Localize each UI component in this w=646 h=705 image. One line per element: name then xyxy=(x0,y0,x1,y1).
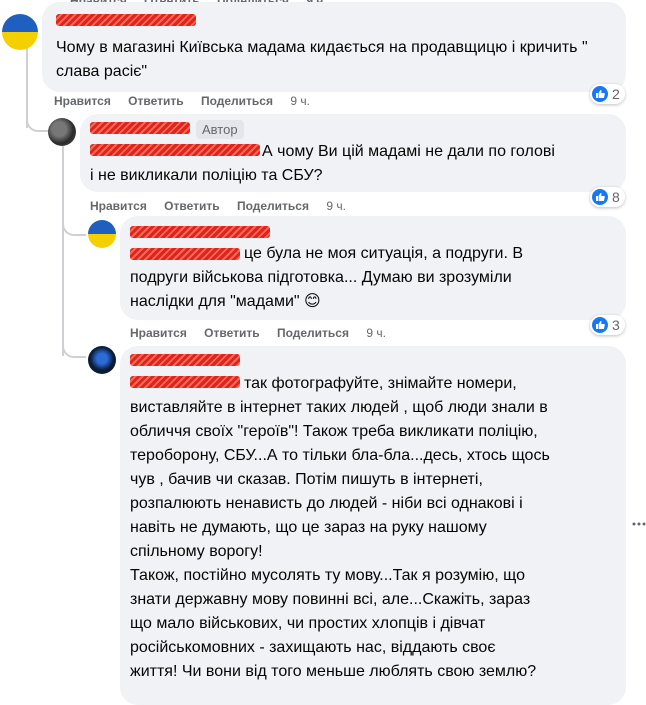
comment-text: це була не моя ситуація, а подруги. В по… xyxy=(130,245,524,310)
thread-connector xyxy=(62,334,86,358)
avatar[interactable] xyxy=(2,14,38,50)
comment-time: 9 ч. xyxy=(326,199,346,213)
comment-time: 9 ч. xyxy=(366,326,386,340)
redacted-author-name xyxy=(90,122,190,134)
like-link[interactable]: Нравится xyxy=(54,94,111,108)
reaction-count[interactable]: 3 xyxy=(590,315,625,335)
comment-text: Чому в магазині Київська мадама кидаєтьс… xyxy=(56,39,588,80)
share-link[interactable]: Поделиться xyxy=(277,326,349,340)
thread-connector xyxy=(62,212,86,236)
avatar[interactable] xyxy=(88,346,116,374)
like-icon xyxy=(592,317,608,333)
redacted-author-name xyxy=(130,354,240,366)
avatar[interactable] xyxy=(48,118,76,146)
like-icon xyxy=(592,86,608,102)
reply-link[interactable]: Ответить xyxy=(164,199,219,213)
reply-link[interactable]: Ответить xyxy=(128,94,183,108)
comment-text: А чому Ви цій мадамі не дали по голові і… xyxy=(90,143,555,184)
comment-time: 9 ч. xyxy=(290,94,310,108)
share-link[interactable]: Поделиться xyxy=(237,199,309,213)
like-icon xyxy=(592,189,608,205)
thread-connector xyxy=(26,108,50,132)
reaction-count[interactable]: 8 xyxy=(590,187,625,207)
redacted-author-name xyxy=(130,226,270,238)
thread-line xyxy=(62,146,64,356)
comment-actions: Нравится Ответить Поделиться 9 ч. xyxy=(54,94,324,108)
ellipsis-icon[interactable] xyxy=(632,514,646,526)
comment-actions: Нравится Ответить Поделиться 9 ч. xyxy=(130,326,400,340)
author-badge: Автор xyxy=(196,120,244,139)
like-link[interactable]: Нравится xyxy=(90,199,147,213)
reply-link[interactable]: Ответить xyxy=(204,326,259,340)
share-link[interactable]: Поделиться xyxy=(201,94,273,108)
avatar[interactable] xyxy=(88,220,116,248)
like-link[interactable]: Нравится xyxy=(130,326,187,340)
reaction-count[interactable]: 2 xyxy=(590,84,625,104)
comment-actions: Нравится Ответить Поделиться 9 ч. xyxy=(90,199,360,213)
comment-text: так фотографуйте, знімайте номери, виста… xyxy=(130,375,550,680)
redacted-author-name xyxy=(56,14,196,26)
